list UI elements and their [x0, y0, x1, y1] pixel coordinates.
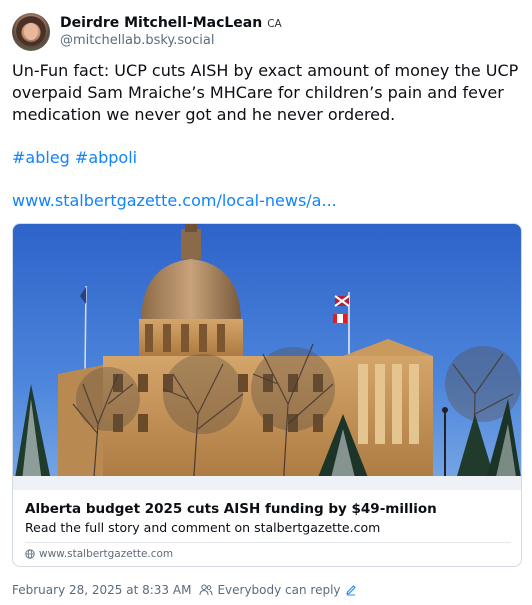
post-footer: February 28, 2025 at 8:33 AM Everybody c… [12, 582, 357, 598]
country-badge: CA [267, 18, 282, 30]
card-domain: www.stalbertgazette.com [39, 548, 174, 560]
avatar[interactable] [12, 13, 50, 51]
card-title[interactable]: Alberta budget 2025 cuts AISH funding by… [25, 500, 437, 518]
post-timestamp[interactable]: February 28, 2025 at 8:33 AM [12, 583, 191, 597]
post-header: Deirdre Mitchell-MacLean CA @mitchellab.… [12, 12, 282, 52]
avatar-face [24, 23, 38, 40]
post-text-line: overpaid Sam Mraiche’s MHCare for childr… [12, 83, 504, 102]
post-text: Un-Fun fact: UCP cuts AISH by exact amou… [12, 60, 520, 126]
post-text-line: medication we never got and he never ord… [12, 105, 396, 124]
author-display-name[interactable]: Deirdre Mitchell-MacLean [60, 14, 262, 32]
card-domain-row: www.stalbertgazette.com [25, 547, 173, 561]
link-preview-card[interactable]: Alberta budget 2025 cuts AISH funding by… [12, 223, 522, 567]
hashtag-abpoli[interactable]: #abpoli [75, 148, 137, 167]
author-info: Deirdre Mitchell-MacLean CA @mitchellab.… [60, 14, 282, 50]
reply-setting-button[interactable]: Everybody can reply [199, 583, 356, 597]
people-icon [199, 584, 213, 596]
post-text-line: Un-Fun fact: UCP cuts AISH by exact amou… [12, 61, 519, 80]
globe-icon [25, 549, 35, 559]
hashtags: #ableg #abpoli [12, 147, 137, 169]
pencil-icon [345, 585, 356, 596]
author-name-row: Deirdre Mitchell-MacLean CA [60, 14, 282, 32]
post: Deirdre Mitchell-MacLean CA @mitchellab.… [0, 0, 532, 605]
reply-setting-label: Everybody can reply [217, 583, 341, 597]
author-handle[interactable]: @mitchellab.bsky.social [60, 32, 282, 50]
card-divider [25, 542, 511, 543]
hashtag-ableg[interactable]: #ableg [12, 148, 70, 167]
legislature-photo [13, 224, 521, 490]
post-link: www.stalbertgazette.com/local-news/a... [12, 190, 337, 212]
card-description: Read the full story and comment on stalb… [25, 520, 381, 535]
card-image[interactable] [13, 224, 521, 490]
article-link[interactable]: www.stalbertgazette.com/local-news/a... [12, 191, 337, 210]
